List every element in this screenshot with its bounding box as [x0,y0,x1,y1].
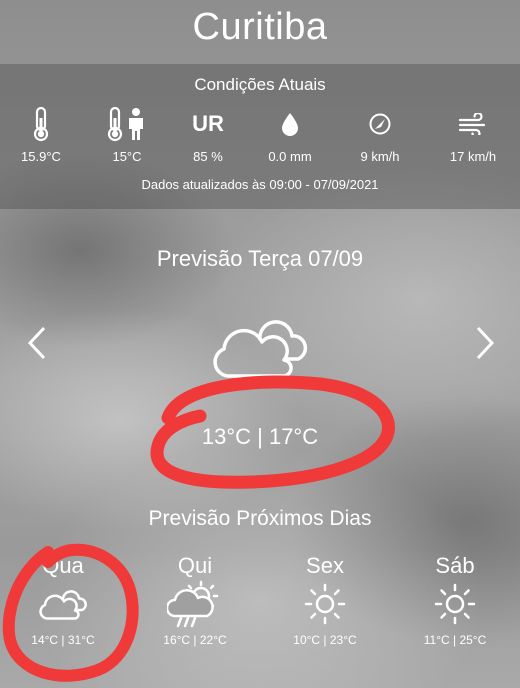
wind-gust-icon [428,106,518,142]
last-updated-text: Dados atualizados às 09:00 - 07/09/2021 [141,177,379,192]
wind-direction-icon [335,106,425,142]
day-temperature: 14°C | 31°C [31,633,95,647]
rain-drop-icon [245,106,335,142]
forecast-temperature: 13°C | 17°C [201,424,319,449]
humidity-label: UR [192,111,224,136]
day-temperature: 10°C | 23°C [293,633,357,647]
thermometer-icon [0,106,86,142]
current-conditions-heading: Condições Atuais [194,75,326,94]
cloudy-icon [8,581,118,627]
current-conditions-panel: Condições Atuais 15.9°C 15°C UR 85 % 0.0… [0,64,520,209]
humidity-icon: UR [163,106,253,142]
day-name: Sáb [435,553,475,578]
day-temperature: 16°C | 22°C [163,633,227,647]
day-name: Qua [42,553,84,578]
day-temperature: 11°C | 25°C [423,633,487,647]
sun-icon [270,581,380,627]
metric-value: 0.0 mm [268,149,312,164]
metric-wind-gust: 17 km/h [428,106,518,164]
day-forecast-sex[interactable]: Sex 10°C | 23°C [270,553,380,647]
chevron-left-icon [27,326,46,360]
metric-temperature: 15.9°C [0,106,86,164]
metric-precipitation: 0.0 mm [245,106,335,164]
city-title: Curitiba [192,6,328,48]
metric-value: 15°C [112,149,142,164]
day-name: Sex [306,553,344,578]
metric-value: 15.9°C [21,149,61,164]
sun-icon [400,581,510,627]
day-forecast-sab[interactable]: Sáb 11°C | 25°C [400,553,510,647]
metric-value: 9 km/h [360,149,400,164]
next-day-button[interactable] [470,324,498,367]
next-days-title: Previsão Próximos Dias [148,507,372,530]
metric-value: 17 km/h [449,149,497,164]
feels-like-icon [82,106,172,142]
previous-day-button[interactable] [24,324,52,367]
cloudy-icon [208,312,312,387]
chevron-right-icon [476,326,495,360]
metric-humidity: UR 85 % [163,106,253,164]
day-forecast-qui[interactable]: Qui 16°C | 22°C [140,553,250,647]
sun-cloud-rain-icon [140,580,250,628]
day-forecast-qua[interactable]: Qua 14°C | 31°C [8,553,118,647]
forecast-title: Previsão Terça 07/09 [156,246,364,271]
day-name: Qui [177,553,213,578]
metric-feels-like: 15°C [82,106,172,164]
metric-value: 85 % [193,149,223,164]
metric-wind: 9 km/h [335,106,425,164]
